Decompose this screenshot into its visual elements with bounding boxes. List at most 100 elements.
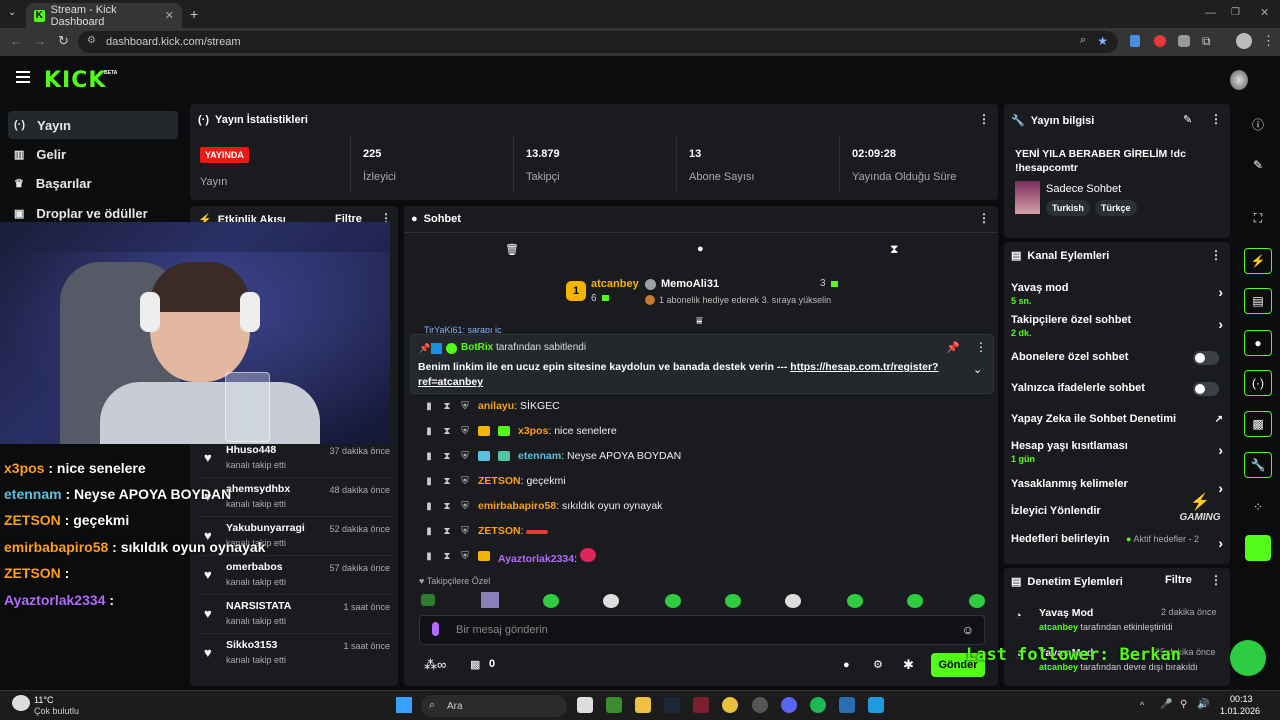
mod-filter-button[interactable]: Filtre bbox=[1165, 574, 1192, 586]
quick-action-wrench-icon[interactable]: 🔧 bbox=[1244, 452, 1272, 478]
trash-icon[interactable]: ▮ bbox=[424, 551, 434, 562]
pinned-by-user[interactable]: BotRix bbox=[461, 342, 493, 353]
app-icon[interactable] bbox=[839, 697, 855, 713]
clock-time[interactable]: 00:13 bbox=[1230, 694, 1253, 704]
chat-bubble-icon[interactable]: ● bbox=[843, 659, 850, 671]
weather-desc[interactable]: Çok bulutlu bbox=[34, 706, 79, 716]
address-bar[interactable]: ⚙ dashboard.kick.com/stream ⌕ ★ bbox=[78, 31, 1118, 53]
category-name[interactable]: Sadece Sohbet bbox=[1046, 183, 1121, 195]
steam-icon[interactable] bbox=[664, 697, 680, 713]
quick-action-print-icon[interactable]: ▩ bbox=[1244, 411, 1272, 437]
chat-username[interactable]: ZETSON bbox=[478, 525, 521, 537]
browser-tab[interactable]: K Stream - Kick Dashboard ✕ bbox=[26, 3, 182, 28]
mic-icon[interactable] bbox=[432, 622, 439, 636]
info-icon[interactable]: ⓘ bbox=[1244, 112, 1272, 136]
chat-menu-icon[interactable]: ⋮ bbox=[978, 211, 990, 225]
taskbar-search[interactable]: ⌕ Ara bbox=[421, 695, 567, 717]
trash-icon[interactable]: 🗑 bbox=[505, 243, 519, 256]
chat-username[interactable]: anilayu bbox=[478, 400, 514, 412]
microphone-icon[interactable]: 🎤 bbox=[1160, 699, 1172, 710]
hourglass-icon[interactable]: ⧗ bbox=[442, 501, 452, 512]
trash-icon[interactable]: ▮ bbox=[424, 401, 434, 412]
emote-icon[interactable] bbox=[725, 594, 741, 611]
stream-info-menu-icon[interactable]: ⋮ bbox=[1210, 112, 1222, 126]
chat-username[interactable]: Ayaztorlak2334 bbox=[498, 553, 574, 565]
extensions-puzzle-icon[interactable]: ⧉ bbox=[1202, 34, 1211, 49]
chat-username[interactable]: ZETSON bbox=[478, 475, 521, 487]
chat-username[interactable]: x3pos bbox=[518, 425, 548, 437]
windows-start-icon[interactable] bbox=[396, 697, 412, 713]
unpin-icon[interactable]: 📌 bbox=[946, 341, 960, 354]
tag-pill[interactable]: Türkçe bbox=[1095, 200, 1137, 216]
banned-words-row[interactable]: Yasaklanmış kelimeler › bbox=[1011, 478, 1223, 496]
emote-icon[interactable] bbox=[665, 594, 681, 611]
tab-list-icon[interactable]: ⌄ bbox=[8, 7, 16, 18]
quick-action-notes-icon[interactable]: ▤ bbox=[1244, 288, 1272, 314]
follower-name[interactable]: Hhuso448 bbox=[226, 444, 276, 456]
quick-action-broadcast-icon[interactable]: (·) bbox=[1244, 370, 1272, 396]
browser-menu-icon[interactable]: ⋮ bbox=[1262, 33, 1275, 49]
spotify-icon[interactable] bbox=[810, 697, 826, 713]
trash-icon[interactable]: ▮ bbox=[424, 501, 434, 512]
hourglass-icon[interactable]: ⧗ bbox=[442, 526, 452, 537]
chat-bubble-icon[interactable]: ● bbox=[697, 243, 704, 255]
category-thumbnail[interactable] bbox=[1015, 181, 1040, 214]
chrome-icon[interactable] bbox=[722, 697, 738, 713]
obs-icon[interactable] bbox=[752, 697, 768, 713]
back-icon[interactable]: ← bbox=[10, 34, 22, 48]
sidebar-item-revenue[interactable]: ▥ Gelir bbox=[8, 140, 178, 168]
trash-icon[interactable]: ▮ bbox=[424, 476, 434, 487]
site-info-icon[interactable]: ⚙ bbox=[87, 35, 96, 46]
mod-badge-icon[interactable]: ⛨ bbox=[460, 451, 470, 462]
slow-mode-row[interactable]: Yavaş mod 5 sn. › bbox=[1011, 282, 1223, 306]
volume-icon[interactable]: 🔊 bbox=[1197, 699, 1209, 710]
emoji-icon[interactable]: ☺ bbox=[962, 623, 974, 637]
minimize-icon[interactable]: — bbox=[1205, 7, 1216, 19]
reload-icon[interactable]: ↻ bbox=[58, 33, 69, 49]
share-icon[interactable]: ⁘ bbox=[1244, 495, 1272, 519]
emote-icon[interactable] bbox=[785, 594, 801, 611]
edit-pencil-icon[interactable]: ✎ bbox=[1183, 113, 1192, 126]
collapse-icon[interactable]: ⩸ bbox=[696, 315, 703, 328]
mod-badge-icon[interactable]: ⛨ bbox=[460, 476, 470, 487]
quick-action-chat-icon[interactable]: ● bbox=[1244, 330, 1272, 356]
forward-icon[interactable]: → bbox=[34, 34, 46, 48]
emote-icon[interactable] bbox=[543, 594, 559, 611]
discord-icon[interactable] bbox=[781, 697, 797, 713]
weather-icon[interactable] bbox=[12, 695, 30, 711]
hourglass-icon[interactable]: ⧗ bbox=[442, 551, 452, 562]
pinned-menu-icon[interactable]: ⋮ bbox=[975, 340, 987, 354]
follower-name[interactable]: NARSISTATA bbox=[226, 600, 291, 612]
gear-icon[interactable]: ⚙ bbox=[873, 658, 883, 671]
chat-username[interactable]: emirbabapiro58 bbox=[478, 500, 556, 512]
emotes-chat-toggle[interactable] bbox=[1193, 382, 1219, 396]
emote-icon[interactable] bbox=[847, 594, 863, 611]
trash-icon[interactable]: ▮ bbox=[424, 426, 434, 437]
quick-action-lightning-icon[interactable]: ⚡ bbox=[1244, 248, 1272, 274]
channel-actions-menu-icon[interactable]: ⋮ bbox=[1210, 248, 1222, 262]
notepad-icon[interactable] bbox=[868, 697, 884, 713]
hourglass-icon[interactable]: ⧗ bbox=[442, 451, 452, 462]
screen-capture-icon[interactable]: ⛶ bbox=[1244, 206, 1272, 230]
extension-icon[interactable] bbox=[1130, 35, 1140, 47]
shield-extension-icon[interactable] bbox=[1178, 35, 1190, 47]
tag-pill[interactable]: Turkish bbox=[1046, 200, 1090, 216]
stats-menu-icon[interactable]: ⋮ bbox=[978, 112, 990, 126]
follower-name[interactable]: Yakubunyarragi bbox=[226, 522, 305, 534]
hamburger-menu-icon[interactable] bbox=[16, 71, 30, 83]
subs-chat-toggle[interactable] bbox=[1193, 351, 1219, 365]
file-explorer-icon[interactable] bbox=[635, 697, 651, 713]
new-tab-icon[interactable]: + bbox=[190, 6, 198, 22]
mod-actions-menu-icon[interactable]: ⋮ bbox=[1210, 573, 1222, 587]
hourglass-icon[interactable]: ⧗ bbox=[890, 242, 898, 257]
trash-icon[interactable]: ▮ bbox=[424, 451, 434, 462]
edit-pencil-icon[interactable]: ✎ bbox=[1244, 153, 1272, 177]
leader1-name[interactable]: atcanbey bbox=[591, 278, 639, 290]
clock-date[interactable]: 1.01.2026 bbox=[1220, 706, 1260, 716]
ai-mod-row[interactable]: Yapay Zeka ile Sohbet Denetimi ↗ bbox=[1011, 413, 1223, 425]
chevron-down-icon[interactable]: ⌄ bbox=[973, 363, 982, 376]
quick-action-green-icon[interactable] bbox=[1245, 535, 1271, 561]
extension-icon[interactable] bbox=[1154, 35, 1166, 47]
leader2-name[interactable]: MemoAli31 bbox=[661, 278, 719, 290]
emote-icon[interactable] bbox=[907, 594, 923, 611]
